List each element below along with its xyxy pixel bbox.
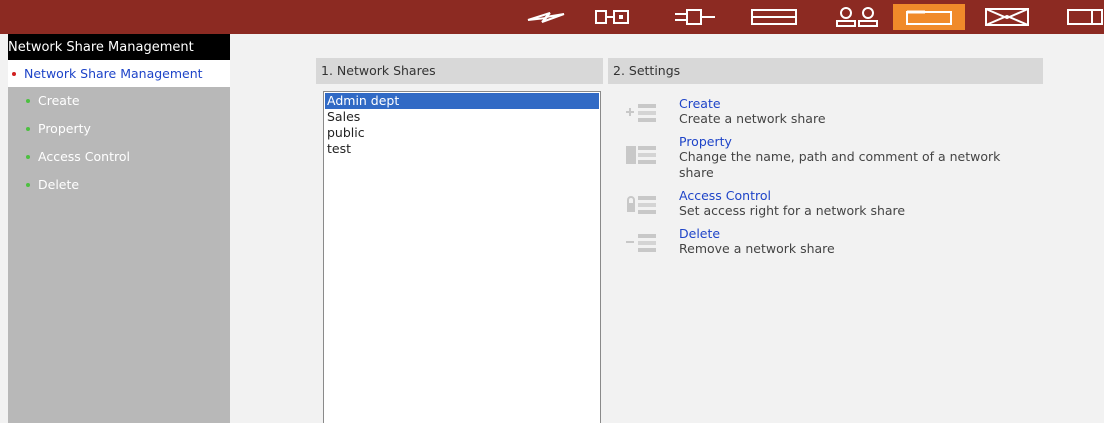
settings-header: 2. Settings	[608, 58, 1043, 84]
mail-icon[interactable]	[983, 4, 1031, 30]
remove-share-icon	[624, 230, 658, 252]
access-control-link[interactable]: Access Control	[679, 188, 771, 203]
sidebar-item-label: Property	[38, 121, 91, 136]
create-action[interactable]: Create Create a network share	[620, 96, 1020, 128]
sidebar-item-label: Network Share Management	[24, 65, 203, 81]
create-link[interactable]: Create	[679, 96, 721, 111]
list-item[interactable]: test	[324, 141, 600, 157]
sidebar: Network Share Management Network Share M…	[8, 34, 230, 423]
sidebar-item-property[interactable]: Property	[8, 115, 230, 143]
users-icon[interactable]	[833, 4, 883, 30]
top-toolbar	[0, 0, 1104, 34]
bullet-icon	[26, 99, 30, 103]
network-shares-list[interactable]: Admin dept Sales public test	[323, 91, 601, 423]
property-description: Change the name, path and comment of a n…	[679, 149, 1001, 180]
sidebar-item-network-share-management[interactable]: Network Share Management	[8, 60, 230, 87]
list-item[interactable]: Sales	[324, 109, 600, 125]
sidebar-item-delete[interactable]: Delete	[8, 171, 230, 199]
panel-icon[interactable]	[748, 4, 800, 30]
delete-link[interactable]: Delete	[679, 226, 720, 241]
lightning-icon[interactable]	[524, 4, 568, 30]
sidebar-item-label: Access Control	[38, 149, 130, 164]
access-control-action[interactable]: Access Control Set access right for a ne…	[620, 188, 1020, 220]
bullet-icon	[26, 127, 30, 131]
property-action[interactable]: Property Change the name, path and comme…	[620, 134, 1020, 184]
property-link[interactable]: Property	[679, 134, 732, 149]
sidebar-item-create[interactable]: Create	[8, 87, 230, 115]
delete-description: Remove a network share	[679, 241, 835, 256]
sidebar-item-access-control[interactable]: Access Control	[8, 143, 230, 171]
plug-icon[interactable]	[672, 4, 718, 30]
bullet-icon	[12, 71, 16, 76]
network-shares-header: 1. Network Shares	[316, 58, 603, 84]
folder-icon[interactable]	[893, 4, 965, 30]
delete-action[interactable]: Delete Remove a network share	[620, 226, 1020, 258]
connector-icon[interactable]	[590, 4, 634, 30]
sidebar-item-label: Delete	[38, 177, 80, 192]
window-icon[interactable]	[1064, 4, 1104, 30]
sidebar-title: Network Share Management	[8, 34, 230, 60]
property-share-icon	[624, 142, 658, 164]
list-item[interactable]: public	[324, 125, 600, 141]
lock-share-icon	[624, 192, 658, 214]
list-item[interactable]: Admin dept	[325, 93, 599, 109]
bullet-icon	[26, 183, 30, 187]
sidebar-item-label: Create	[38, 93, 80, 108]
bullet-icon	[26, 155, 30, 159]
access-control-description: Set access right for a network share	[679, 203, 906, 218]
add-share-icon	[624, 100, 658, 122]
create-description: Create a network share	[679, 111, 826, 126]
